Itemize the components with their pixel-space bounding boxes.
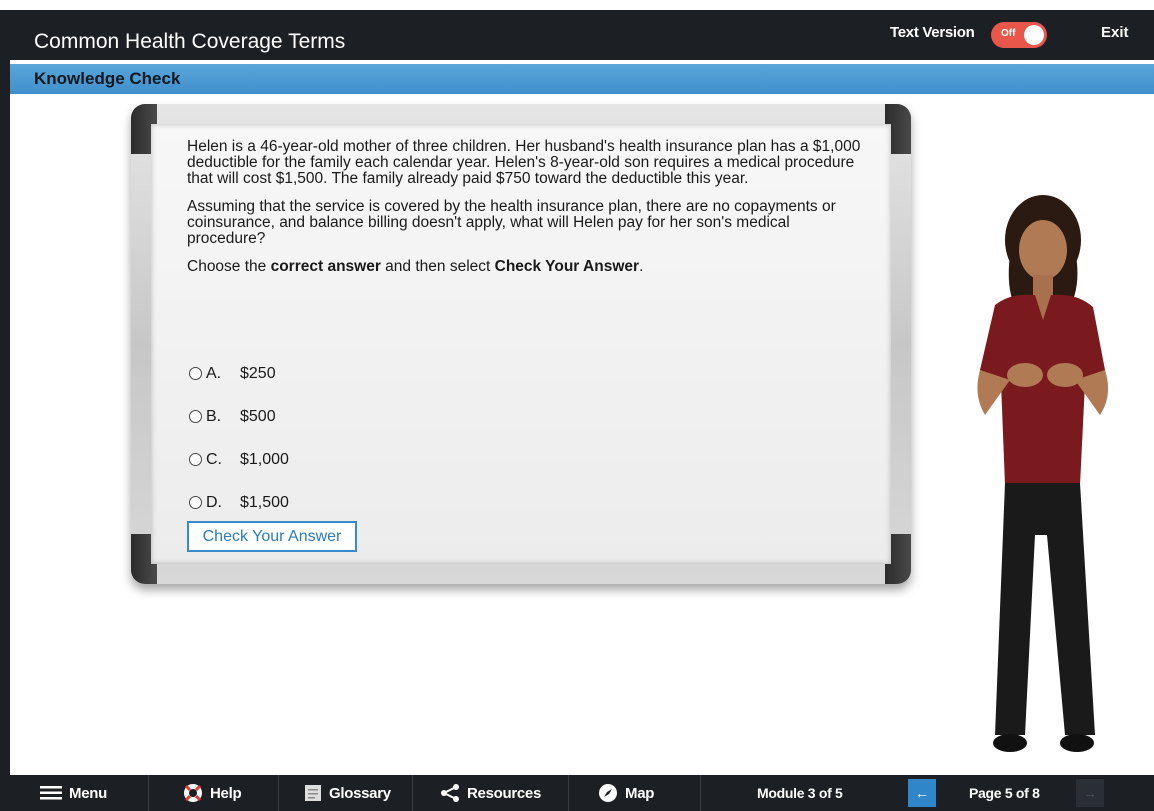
nav-divider [700,775,701,811]
check-answer-button[interactable]: Check Your Answer [187,521,357,552]
option-letter: C. [206,450,222,468]
arrow-left-icon: ← [915,785,929,801]
instruction-suffix: . [639,258,644,275]
question-paragraph-1: Helen is a 46-year-old mother of three c… [187,138,861,187]
menu-icon [40,786,62,800]
compass-icon [599,784,617,802]
question-instruction: Choose the correct answer and then selec… [187,259,867,275]
option-d[interactable]: D. $1,500 [189,481,289,524]
help-label: Help [210,784,242,802]
share-icon [441,784,459,802]
presenter-illustration [977,195,1109,752]
section-bar: Knowledge Check [10,64,1154,94]
presenter-image [955,195,1130,760]
question-text: Helen is a 46-year-old mother of three c… [187,139,867,287]
whiteboard: Helen is a 46-year-old mother of three c… [131,104,911,584]
left-edge [0,10,10,775]
toggle-state-label: Off [1001,28,1016,39]
text-version-toggle[interactable]: Off [991,22,1047,48]
glossary-label: Glossary [329,784,391,802]
instruction-bold-check-answer: Check Your Answer [494,258,640,275]
menu-button[interactable]: Menu [40,775,107,811]
glossary-icon [305,785,321,801]
map-button[interactable]: Map [598,775,654,811]
exit-button[interactable]: Exit [1101,24,1129,41]
question-paragraph-2: Assuming that the service is covered by … [187,198,836,247]
page-indicator: Page 5 of 8 [969,785,1040,801]
radio-button[interactable] [189,410,202,423]
instruction-middle: and then select [380,258,495,275]
nav-divider [412,775,413,811]
map-label: Map [625,784,655,802]
radio-button[interactable] [189,496,202,509]
lifebuoy-icon [184,784,202,802]
resources-button[interactable]: Resources [440,775,541,811]
option-value: $1,500 [240,493,289,511]
app-title: Common Health Coverage Terms [34,30,346,53]
next-page-button[interactable]: → [1076,779,1104,807]
bottom-nav-bar: Menu Help Glossary Resources Map Module … [0,775,1154,811]
help-button[interactable]: Help [183,775,242,811]
nav-divider [278,775,279,811]
option-c[interactable]: C. $1,000 [189,438,289,481]
option-value: $250 [240,364,276,382]
option-value: $500 [240,407,276,425]
menu-label: Menu [69,784,107,802]
arrow-right-icon: → [1083,785,1097,801]
toggle-knob [1024,25,1044,45]
instruction-bold-correct-answer: correct answer [270,258,381,275]
option-letter: A. [206,364,222,382]
text-version-label: Text Version [890,24,975,41]
option-letter: B. [206,407,222,425]
module-indicator: Module 3 of 5 [757,785,843,801]
option-b[interactable]: B. $500 [189,395,289,438]
radio-button[interactable] [189,453,202,466]
option-value: $1,000 [240,450,289,468]
nav-divider [148,775,149,811]
option-letter: D. [206,493,222,511]
option-a[interactable]: A. $250 [189,352,289,395]
previous-page-button[interactable]: ← [908,779,936,807]
top-bar: Common Health Coverage Terms Text Versio… [0,10,1154,60]
answer-options: A. $250 B. $500 C. $1,000 D. $1,500 [189,352,289,524]
resources-label: Resources [467,784,542,802]
glossary-button[interactable]: Glossary [304,775,391,811]
instruction-prefix: Choose the [187,258,271,275]
radio-button[interactable] [189,367,202,380]
section-title: Knowledge Check [34,69,181,88]
nav-divider [568,775,569,811]
